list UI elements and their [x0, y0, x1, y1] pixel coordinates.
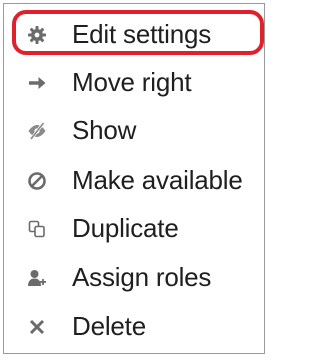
eye-slash-icon	[26, 120, 48, 142]
menu-item-label: Make available	[72, 164, 243, 195]
copy-icon	[26, 218, 48, 240]
menu-item-label: Show	[72, 114, 137, 145]
gear-icon	[26, 24, 48, 46]
close-icon	[26, 316, 48, 338]
menu-item-edit-settings[interactable]: Edit settings	[4, 11, 264, 58]
menu-item-make-available[interactable]: Make available	[4, 157, 264, 204]
menu-item-delete[interactable]: Delete	[4, 303, 264, 350]
user-plus-icon	[26, 267, 48, 289]
menu-item-move-right[interactable]: Move right	[4, 59, 264, 106]
menu-item-label: Assign roles	[72, 261, 212, 292]
menu-item-label: Delete	[72, 310, 146, 341]
menu-item-label: Edit settings	[72, 18, 212, 49]
menu-item-show[interactable]: Show	[4, 107, 264, 154]
menu-item-duplicate[interactable]: Duplicate	[4, 205, 264, 252]
menu-item-label: Move right	[72, 66, 192, 97]
action-menu: Edit settings Move right Show Make avail…	[3, 3, 265, 354]
arrow-right-icon	[26, 72, 48, 94]
ban-icon	[26, 170, 48, 192]
menu-item-assign-roles[interactable]: Assign roles	[4, 254, 264, 301]
menu-item-label: Duplicate	[72, 212, 179, 243]
